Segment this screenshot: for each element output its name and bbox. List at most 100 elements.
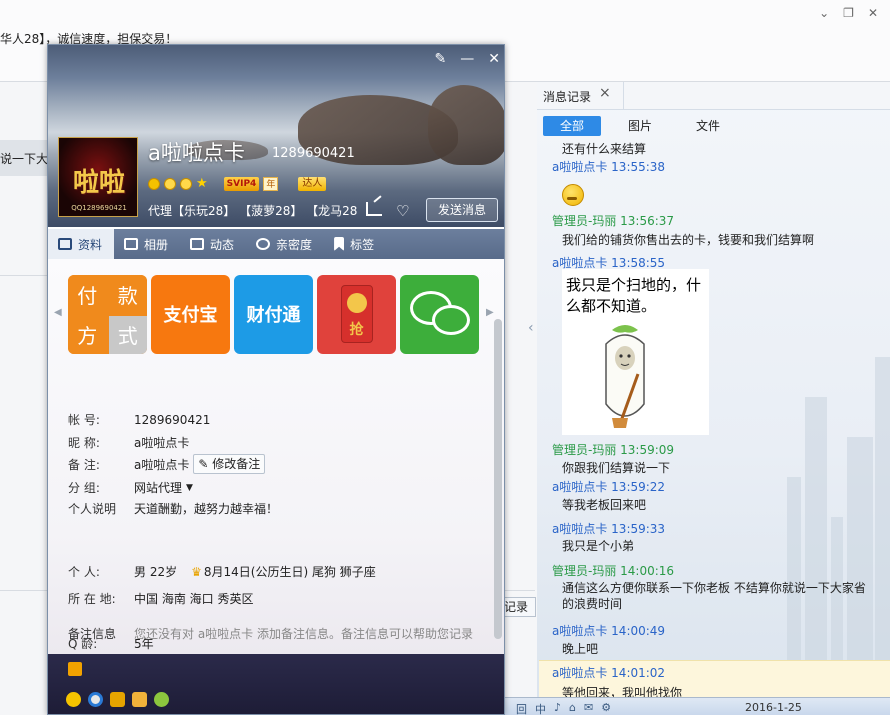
service-icons	[66, 692, 169, 707]
field-value: a啦啦点卡	[134, 457, 190, 472]
svip-badge[interactable]: SVIP4	[223, 177, 260, 191]
tray-icon[interactable]: ✉	[584, 701, 593, 715]
alipay-tile[interactable]: 支付宝	[151, 275, 230, 354]
arrow-left-icon[interactable]: ◀	[54, 307, 62, 318]
field-value: 天道酬勤，越努力越幸福！	[134, 502, 279, 516]
field-value: 您还没有对 a啦啦点卡 添加备注信息。备注信息可以帮助您记录	[134, 627, 473, 641]
button-label: 修改备注	[212, 457, 261, 471]
edit-remark-button[interactable]: ✎ 修改备注	[193, 454, 266, 474]
card-controls: ✎ — ✕	[435, 51, 500, 67]
level-badges: ★ SVIP4 年 达人	[148, 177, 327, 191]
chevron-down-icon[interactable]: ▼	[186, 483, 193, 493]
scrollbar-thumb[interactable]	[494, 319, 502, 639]
moon-level-icon	[164, 178, 176, 190]
brush-icon[interactable]: ✎	[435, 51, 447, 67]
filter-images[interactable]: 图片	[611, 116, 669, 136]
photo-wall: 付 款 方 式 支付宝 财付通 抢	[68, 275, 479, 354]
profile-cover: ✎ — ✕ 啦啦 QQ1289690421 a啦啦点卡 1289690421 ★…	[48, 45, 504, 227]
payment-methods-tile[interactable]: 付 款 方 式	[68, 275, 147, 354]
send-message-button[interactable]: 发送消息	[426, 198, 498, 222]
field-personal: 个 人: 男 22岁 ♛ 8月14日(公历生日) 尾狗 狮子座	[68, 563, 376, 580]
arrow-right-icon[interactable]: ▶	[486, 307, 494, 318]
avatar[interactable]: 啦啦 QQ1289690421	[58, 137, 138, 217]
vip-year-badge: 年	[263, 177, 279, 191]
tray-icon[interactable]: 中	[535, 701, 546, 715]
qq-number: 1289690421	[272, 146, 355, 161]
group-tags: 代理【乐玩28】 【菠萝28】 【龙马28...	[148, 204, 358, 218]
tab-intimacy[interactable]: 亲密度	[246, 229, 324, 259]
avatar-subtext: QQ1289690421	[71, 204, 127, 212]
minimize-icon[interactable]: —	[460, 51, 474, 67]
penguin-service-icon[interactable]	[154, 692, 169, 707]
message-text: 我们给的铺货你售出去的卡，钱要和我们结算啊	[562, 233, 815, 247]
cover-decor	[428, 85, 504, 165]
star-service-icon[interactable]	[66, 692, 81, 707]
crown-service-icon[interactable]	[132, 692, 147, 707]
tab-label: 资料	[78, 237, 103, 252]
chevron-down-icon[interactable]: ⌄	[819, 6, 829, 20]
message-record-button[interactable]: 记录	[500, 597, 536, 617]
restore-icon[interactable]: ❐	[843, 6, 854, 20]
id-card-icon	[58, 238, 72, 250]
meme-image: 我只是个扫地的，什么都不知道。	[562, 269, 709, 435]
tab-label: 相册	[144, 237, 169, 252]
message-header: a啦啦点卡 13:55:38	[552, 160, 666, 174]
field-label: 分 组:	[68, 481, 100, 495]
tray-icon[interactable]: ⌂	[569, 701, 576, 715]
group-select[interactable]: 网站代理	[134, 479, 182, 496]
tab-feed[interactable]: 动态	[180, 229, 246, 259]
message-text: 晚上吧	[562, 642, 599, 656]
close-icon[interactable]: ×	[599, 85, 611, 101]
profile-card: ✎ — ✕ 啦啦 QQ1289690421 a啦啦点卡 1289690421 ★…	[47, 44, 505, 715]
skyline-decor	[847, 437, 873, 697]
tray-icon[interactable]: ⚙	[601, 701, 611, 715]
close-icon[interactable]: ✕	[868, 6, 878, 20]
sun-level-icon	[148, 178, 160, 190]
tenpay-tile[interactable]: 财付通	[234, 275, 313, 354]
message-header: a啦啦点卡 13:59:22	[552, 480, 666, 494]
add-friend-icon[interactable]: ♡	[396, 202, 409, 220]
field-label: 所 在 地:	[68, 592, 116, 606]
tab-label: 标签	[350, 237, 375, 252]
field-value: 男 22岁	[134, 565, 178, 579]
filter-tabs: 全部 图片 文件	[543, 116, 747, 136]
message-header: 管理员-玛丽 14:00:16	[552, 564, 675, 578]
message-text: 等我老板回来吧	[562, 498, 647, 512]
red-packet-char: 抢	[349, 322, 364, 338]
filter-files[interactable]: 文件	[679, 116, 737, 136]
tab-profile[interactable]: 资料	[48, 229, 115, 259]
field-note: 备注信息 您还没有对 a啦啦点卡 添加备注信息。备注信息可以帮助您记录	[68, 625, 473, 642]
share-icon[interactable]	[366, 202, 382, 216]
tab-message-record[interactable]: 消息记录	[543, 88, 591, 105]
message-text: 还有什么来结算	[562, 142, 647, 156]
wechat-bubble-icon	[432, 305, 470, 335]
tab-tags[interactable]: 标签	[324, 229, 386, 259]
profile-tabs: 资料 相册 动态 亲密度 标签	[48, 229, 504, 259]
field-label: 个 人:	[68, 565, 100, 579]
close-icon[interactable]: ✕	[488, 51, 500, 67]
meme-caption: 我只是个扫地的，什么都不知道。	[566, 276, 702, 315]
eye-service-icon[interactable]	[88, 692, 103, 707]
red-packet-tile[interactable]: 抢	[317, 275, 396, 354]
daren-badge[interactable]: 达人	[298, 177, 327, 191]
field-label: 个人说明	[68, 502, 117, 516]
moon-level-icon	[180, 178, 192, 190]
tab-album[interactable]: 相册	[114, 229, 180, 259]
qq-show-icon[interactable]	[68, 662, 82, 676]
filter-all[interactable]: 全部	[543, 116, 601, 136]
heart-icon	[256, 238, 271, 250]
nickname: a啦啦点卡	[148, 141, 245, 165]
alipay-logo: 支付宝	[163, 305, 218, 326]
shield-service-icon[interactable]	[110, 692, 125, 707]
field-value: a啦啦点卡	[134, 436, 190, 450]
tile-char: 款	[108, 275, 147, 314]
field-label: 备注信息	[68, 627, 117, 641]
field-value: 中国 海南 海口 秀英区	[134, 592, 254, 606]
wechat-tile[interactable]	[400, 275, 479, 354]
skyline-decor	[805, 397, 827, 697]
chevron-left-icon[interactable]: ‹	[528, 320, 538, 350]
tray-icon[interactable]: 回	[516, 701, 527, 715]
divider	[0, 275, 48, 276]
tray-icon[interactable]: ♪	[554, 701, 561, 715]
field-nickname: 昵 称: a啦啦点卡	[68, 434, 189, 451]
